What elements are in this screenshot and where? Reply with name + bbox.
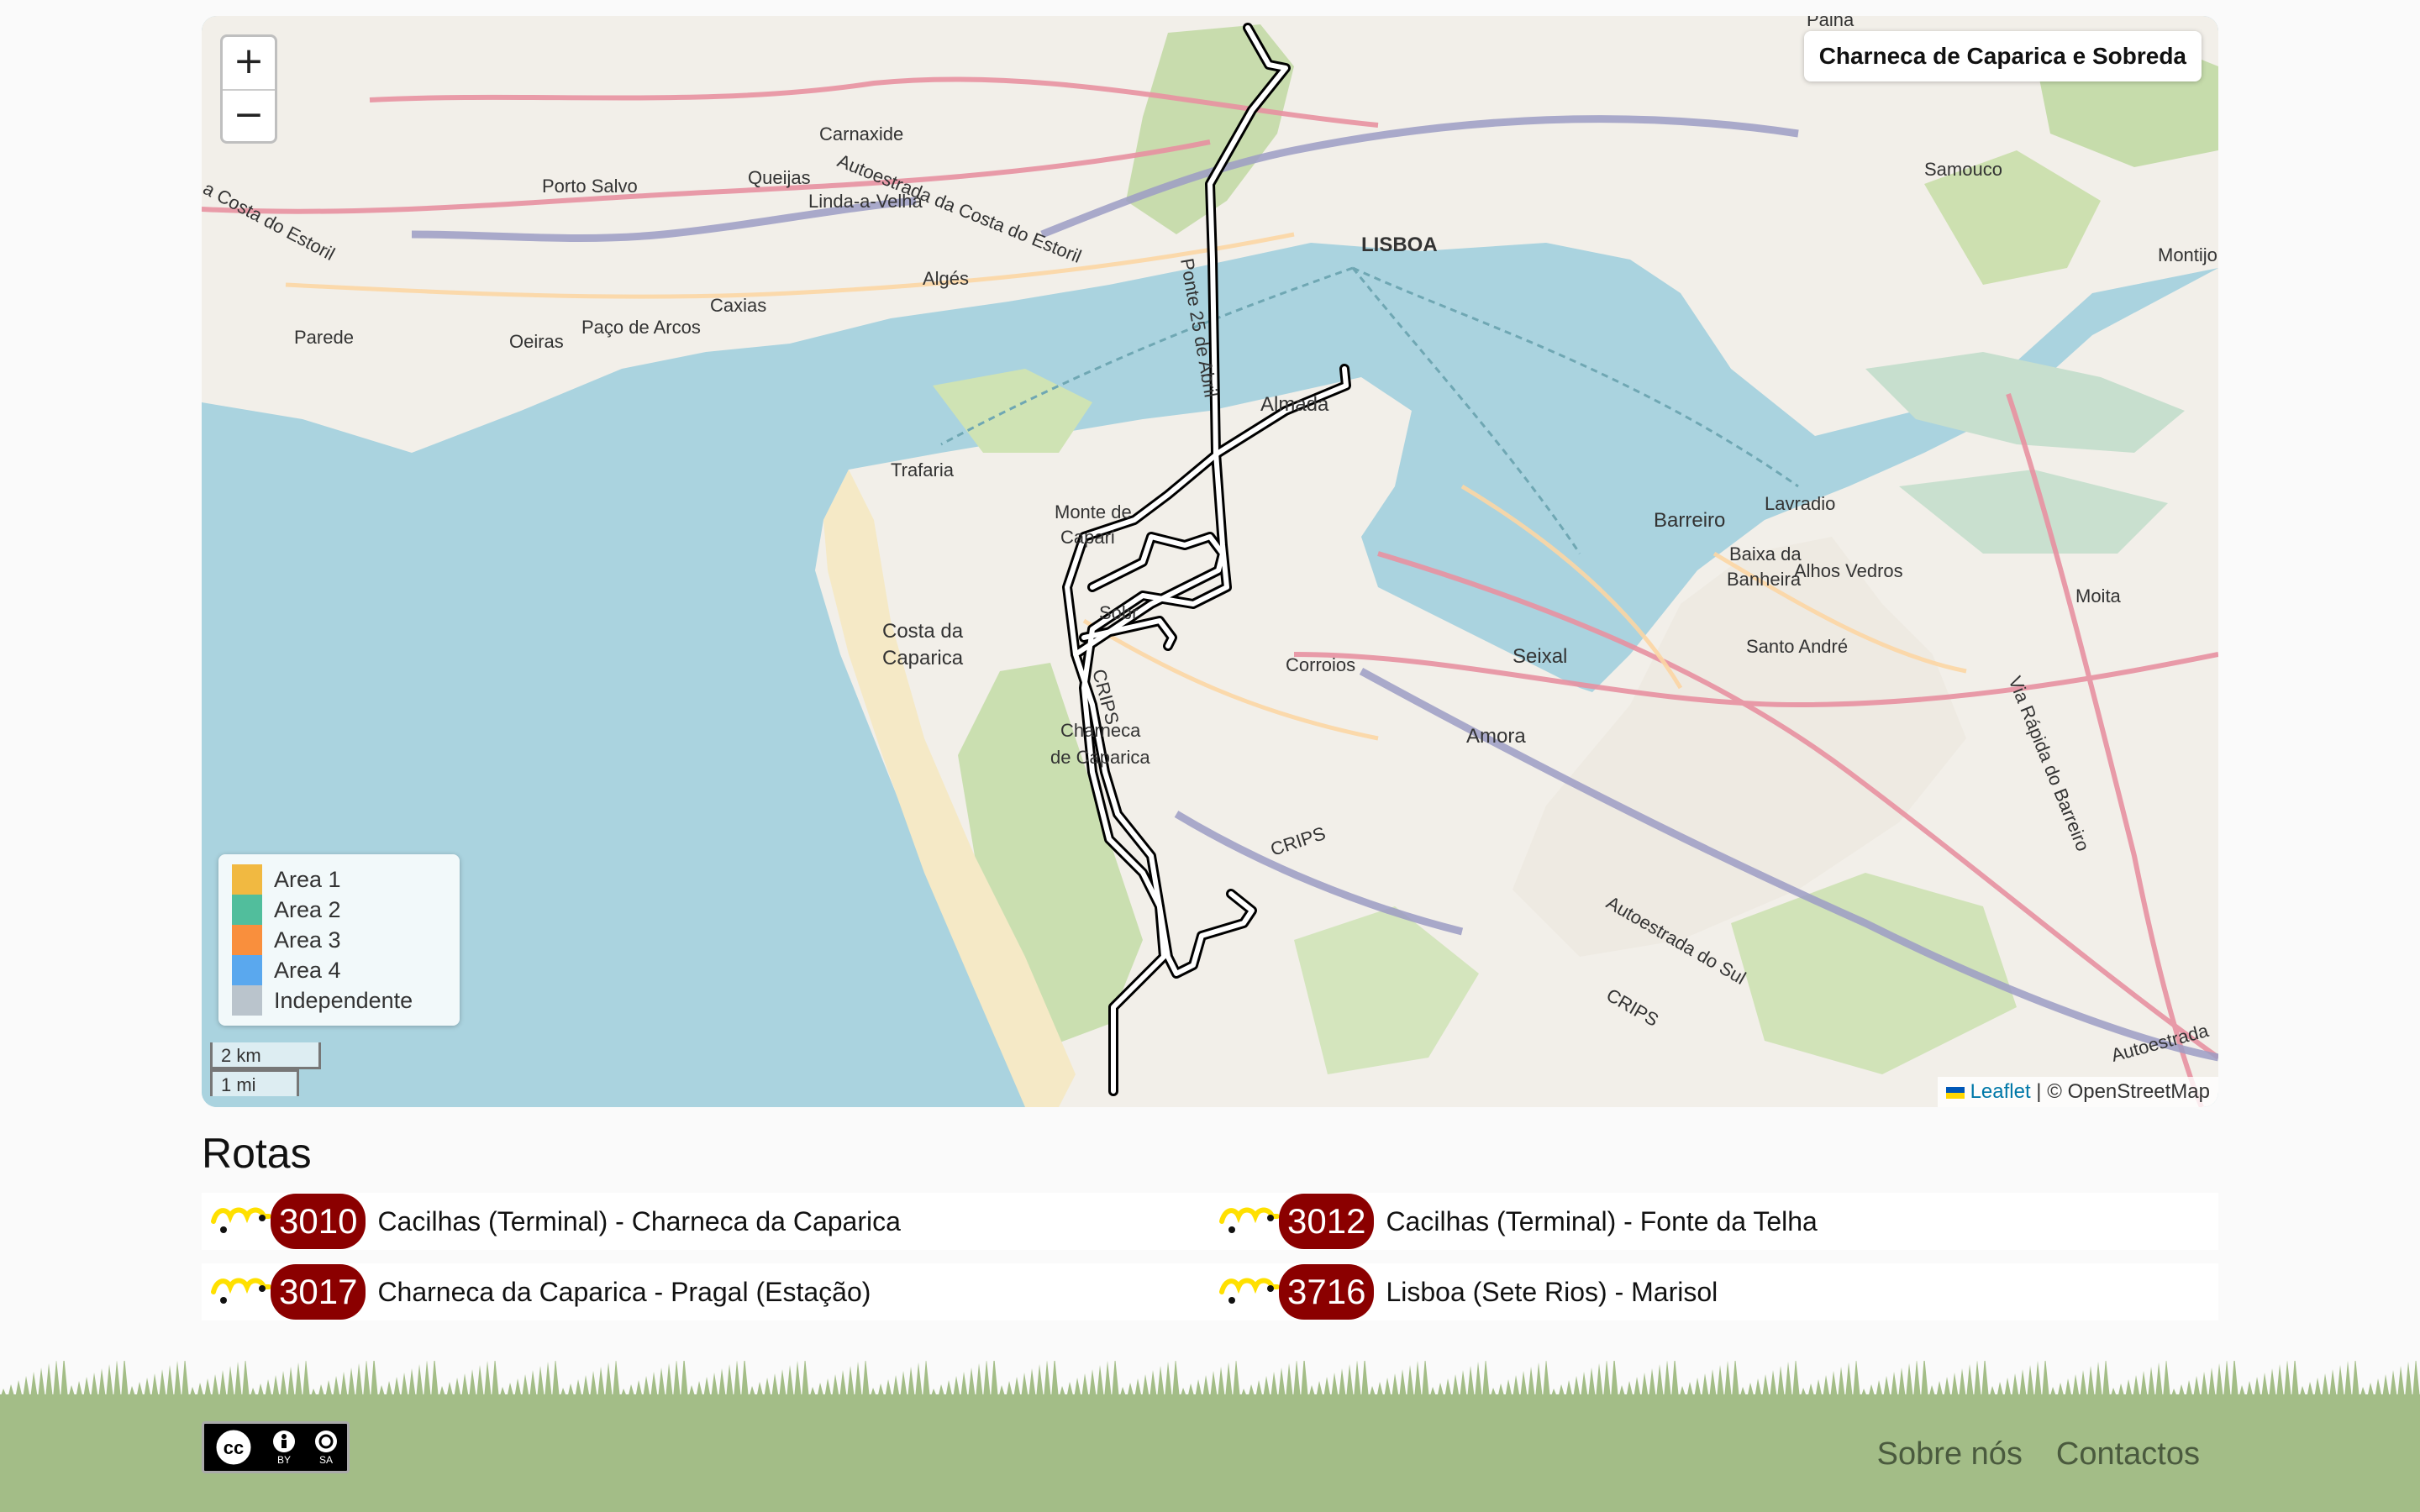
scale-bar: 2 km 1 mi xyxy=(210,1042,321,1096)
legend-label: Area 3 xyxy=(274,927,341,953)
leaflet-link[interactable]: Leaflet xyxy=(1970,1080,2031,1103)
route-number-badge: 3716 xyxy=(1279,1264,1375,1320)
place-label: Lavradio xyxy=(1765,493,1835,514)
zoom-out-button[interactable]: − xyxy=(223,89,275,141)
place-label: Montijo xyxy=(2158,244,2217,265)
place-label: Queijas xyxy=(748,167,811,188)
map-legend: Area 1 Area 2 Area 3 Area 4 Independente xyxy=(218,854,460,1026)
map-attribution: Leaflet | © OpenStreetMap xyxy=(1937,1077,2218,1107)
place-label: Corroios xyxy=(1286,654,1355,675)
legend-swatch xyxy=(232,925,262,955)
place-label: Moita xyxy=(2075,585,2122,606)
place-label: Parede xyxy=(294,327,354,348)
place-label: Samouco xyxy=(1924,159,2002,180)
footer-nav: Sobre nós Contactos xyxy=(1877,1436,2200,1473)
license-by: BY xyxy=(276,1454,291,1466)
place-label: Baixa da xyxy=(1729,543,1802,564)
route-number-badge: 3017 xyxy=(271,1264,366,1320)
ukraine-flag-icon xyxy=(1945,1086,1965,1099)
place-label: Monte de xyxy=(1055,501,1132,522)
legend-label: Area 1 xyxy=(274,866,341,892)
legend-swatch xyxy=(232,955,262,985)
legend-label: Area 2 xyxy=(274,896,341,922)
about-link[interactable]: Sobre nós xyxy=(1877,1436,2023,1473)
share-alike-icon xyxy=(315,1431,337,1452)
scale-mi: 1 mi xyxy=(210,1069,299,1096)
place-label: Carnaxide xyxy=(819,123,903,144)
legend-swatch xyxy=(232,895,262,925)
svg-text:cc: cc xyxy=(224,1437,244,1458)
place-label: Alhos Vedros xyxy=(1794,560,1903,581)
legend-label: Independente xyxy=(274,987,413,1013)
cc-icon: cc xyxy=(213,1427,254,1467)
place-label: Santo André xyxy=(1746,636,1848,657)
route-name: Cacilhas (Terminal) - Fonte da Telha xyxy=(1386,1205,1818,1236)
place-label: Barreiro xyxy=(1654,509,1725,532)
place-label: Caxias xyxy=(710,295,766,316)
zoom-in-button[interactable]: + xyxy=(223,37,275,89)
bus-icon xyxy=(1219,1278,1280,1304)
place-label: Almada xyxy=(1260,393,1329,416)
place-label: Porto Salvo xyxy=(542,176,638,197)
place-label: Banheira xyxy=(1727,569,1802,590)
route-number-badge: 3012 xyxy=(1279,1194,1375,1249)
place-label: de Caparica xyxy=(1050,747,1150,768)
legend-swatch xyxy=(232,985,262,1016)
place-label: Capari xyxy=(1060,527,1115,548)
place-label: Palha xyxy=(1807,16,1854,30)
route-name: Lisboa (Sete Rios) - Marisol xyxy=(1386,1276,1718,1307)
route-item[interactable]: 3012 Cacilhas (Terminal) - Fonte da Telh… xyxy=(1210,1193,2218,1250)
attribution-text: | © OpenStreetMap xyxy=(2030,1080,2210,1103)
place-label: Algés xyxy=(923,268,969,289)
place-label: Trafaria xyxy=(891,459,955,480)
cc-license-badge[interactable]: cc BY SA xyxy=(202,1421,350,1473)
legend-swatch xyxy=(232,864,262,895)
contacts-link[interactable]: Contactos xyxy=(2056,1436,2200,1473)
route-item[interactable]: 3010 Cacilhas (Terminal) - Charneca da C… xyxy=(202,1193,1210,1250)
place-label: Sobr xyxy=(1099,602,1138,623)
place-label: Costa da xyxy=(882,620,964,643)
route-item[interactable]: 3716 Lisboa (Sete Rios) - Marisol xyxy=(1210,1263,2218,1320)
map[interactable]: Palha Carnaxide Porto Salvo Queijas Lind… xyxy=(202,16,2218,1107)
place-label: Caparica xyxy=(882,647,964,669)
route-name: Charneca da Caparica - Pragal (Estação) xyxy=(377,1276,871,1307)
bus-icon xyxy=(211,1207,271,1233)
legend-item: Area 3 xyxy=(232,925,446,955)
section-title: Rotas xyxy=(202,1130,312,1177)
place-label: Charneca xyxy=(1060,720,1141,741)
bus-icon xyxy=(1219,1207,1280,1233)
place-label: Oeiras xyxy=(509,331,564,352)
route-item[interactable]: 3017 Charneca da Caparica - Pragal (Esta… xyxy=(202,1263,1210,1320)
routes-list: 3010 Cacilhas (Terminal) - Charneca da C… xyxy=(202,1193,2218,1320)
license-sa: SA xyxy=(318,1454,333,1466)
map-tiles: Palha Carnaxide Porto Salvo Queijas Lind… xyxy=(202,16,2218,1107)
region-label: Charneca de Caparica e Sobreda xyxy=(1803,31,2202,81)
place-label: Seixal xyxy=(1512,645,1567,668)
legend-item: Area 4 xyxy=(232,955,446,985)
place-label: LISBOA xyxy=(1361,234,1438,256)
zoom-control: + − xyxy=(220,34,277,144)
route-name: Cacilhas (Terminal) - Charneca da Capari… xyxy=(377,1205,901,1236)
legend-label: Area 4 xyxy=(274,957,341,983)
route-number-badge: 3010 xyxy=(271,1194,366,1249)
scale-km: 2 km xyxy=(210,1042,321,1069)
legend-item: Independente xyxy=(232,985,446,1016)
attribution-icon xyxy=(273,1431,295,1452)
legend-item: Area 1 xyxy=(232,864,446,895)
place-label: Amora xyxy=(1466,725,1526,748)
place-label: Paço de Arcos xyxy=(581,317,701,338)
bus-icon xyxy=(211,1278,271,1304)
legend-item: Area 2 xyxy=(232,895,446,925)
